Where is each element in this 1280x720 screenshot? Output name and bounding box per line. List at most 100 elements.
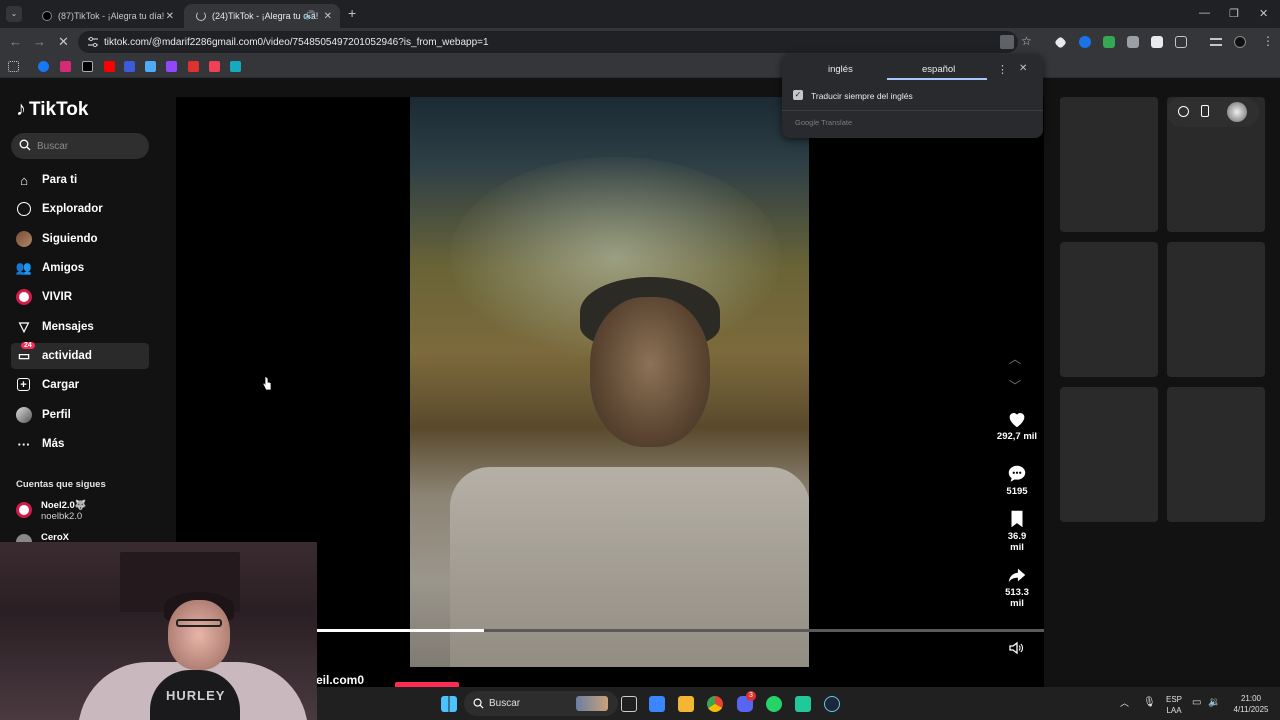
address-bar[interactable]: tiktok.com/@mdarif2286gmail.com0/video/7… — [78, 31, 1032, 53]
user-avatar[interactable] — [1227, 102, 1247, 122]
windows-start-icon[interactable] — [441, 696, 457, 712]
microsoft-store-icon[interactable] — [649, 696, 665, 712]
network-icon[interactable]: ▭ — [1192, 697, 1201, 708]
close-icon[interactable]: ✕ — [1019, 63, 1027, 74]
twitch-icon[interactable] — [166, 61, 177, 72]
nav-item-messages[interactable]: ▽ Mensajes — [11, 314, 149, 340]
clock[interactable]: 21:00 4/11/2025 — [1229, 693, 1273, 715]
chevron-up-icon[interactable]: ︿ — [1009, 350, 1021, 367]
close-window-icon[interactable]: ✕ — [1259, 7, 1268, 20]
messenger-icon[interactable] — [124, 61, 135, 72]
send-icon: ▽ — [19, 319, 29, 334]
suggested-thumbnail[interactable] — [1167, 387, 1265, 522]
apps-grid-icon[interactable] — [8, 61, 19, 72]
mobile-device-icon[interactable] — [1201, 105, 1209, 117]
chevron-up-icon[interactable]: ︿ — [1120, 698, 1129, 709]
nav-item-profile[interactable]: Perfil — [11, 402, 149, 428]
youtube-icon[interactable] — [104, 61, 115, 72]
search-input[interactable]: Buscar — [11, 133, 149, 159]
chevron-down-icon[interactable]: ﹀ — [1009, 377, 1021, 394]
volume-icon[interactable] — [1008, 640, 1024, 656]
microphone-icon[interactable]: 🎙 — [1143, 697, 1156, 708]
nav-label: Mensajes — [42, 321, 94, 333]
extension-blue-icon[interactable] — [1079, 36, 1091, 48]
webcam-overlay: HURLEY — [0, 542, 317, 720]
extension-square-icon[interactable] — [1151, 36, 1163, 48]
new-tab-button[interactable]: + — [348, 5, 356, 21]
followed-account[interactable]: Noel2.0🐺 noelbk2.0 — [16, 500, 146, 524]
chrome-icon[interactable] — [707, 696, 723, 712]
x-twitter-icon[interactable] — [82, 61, 93, 72]
suggested-thumbnail[interactable] — [1060, 242, 1158, 377]
stop-icon[interactable]: ✕ — [58, 34, 69, 50]
nav-item-more[interactable]: ··· Más — [11, 431, 149, 457]
steam-icon[interactable] — [824, 696, 840, 712]
like-button[interactable]: 292,7 mil — [991, 408, 1043, 442]
tiktok-note-icon: ♪ — [16, 98, 26, 120]
pocket-icon[interactable] — [209, 61, 220, 72]
minimize-icon[interactable]: — — [1199, 7, 1210, 19]
bookmark-star-icon[interactable]: ☆ — [1021, 34, 1032, 48]
nav-item-activity[interactable]: ▭ 24 actividad — [11, 342, 149, 369]
restore-icon[interactable]: ❐ — [1229, 7, 1239, 20]
search-highlight-icon — [576, 696, 608, 711]
close-tab-icon[interactable]: ✕ — [166, 11, 174, 22]
file-explorer-icon[interactable] — [678, 696, 694, 712]
share-button[interactable]: 513.3 mil — [991, 564, 1043, 609]
nav-item-following[interactable]: Siguiendo — [11, 226, 149, 252]
app-green-icon[interactable] — [795, 696, 811, 712]
tiktok-logo[interactable]: ♪ TikTok — [16, 98, 88, 121]
keyboard-language[interactable]: ESP LAA — [1164, 694, 1184, 716]
facebook-icon[interactable] — [38, 61, 49, 72]
nav-item-for-you[interactable]: ⌂ Para ti — [11, 167, 149, 193]
suggested-thumbnail[interactable] — [1060, 387, 1158, 522]
profile-avatar-icon[interactable] — [1234, 36, 1246, 48]
translate-icon[interactable] — [1000, 35, 1014, 49]
back-icon[interactable]: ← — [9, 34, 22, 49]
time: 21:00 — [1240, 694, 1262, 703]
always-translate-checkbox[interactable]: ✓ — [793, 90, 803, 100]
taskbar-search-input[interactable]: Buscar — [464, 691, 618, 716]
shirt-text: HURLEY — [166, 688, 226, 703]
browser-tab[interactable]: (87)TikTok - ¡Alegra tu día! ✕ — [30, 4, 182, 28]
forward-icon[interactable]: → — [33, 34, 46, 49]
suggested-thumbnail[interactable] — [1167, 242, 1265, 377]
tab-title: (24)TikTok - ¡Alegra tu día! — [212, 11, 319, 21]
whatsapp-icon[interactable] — [766, 696, 782, 712]
nav-item-upload[interactable]: + Cargar — [11, 372, 149, 398]
extensions-puzzle-icon[interactable] — [1175, 36, 1187, 48]
nav-label: Para ti — [42, 174, 78, 186]
profile-icon — [16, 407, 32, 423]
compass-tool-icon[interactable] — [1178, 106, 1189, 117]
speaker-icon[interactable]: 🔊 — [305, 10, 316, 21]
extension-diamond-icon[interactable] — [1054, 36, 1067, 49]
site-info-icon[interactable] — [87, 36, 99, 48]
tab-search-button[interactable]: ⌄ — [6, 6, 22, 22]
save-button[interactable]: 36.9 mil — [991, 508, 1043, 553]
comment-button[interactable]: 5195 — [991, 463, 1043, 497]
task-view-icon[interactable] — [621, 696, 637, 712]
nav-item-live[interactable]: VIVIR — [11, 284, 149, 310]
target-language-tab[interactable]: español — [922, 64, 955, 75]
video-author[interactable]: eil.com0 — [316, 673, 364, 687]
volume-icon[interactable]: 🔉 — [1208, 697, 1220, 708]
extension-shield-icon[interactable] — [1103, 36, 1115, 48]
suggested-thumbnail[interactable] — [1060, 97, 1158, 232]
chrome-menu-icon[interactable]: ⋮ — [1262, 34, 1274, 48]
media-control-icon[interactable] — [1210, 38, 1222, 46]
more-options-icon[interactable]: ⋮ — [997, 63, 1008, 76]
bookmark-app-icon[interactable] — [145, 61, 156, 72]
browser-tab-active[interactable]: (24)TikTok - ¡Alegra tu día! 🔊 ✕ — [184, 4, 340, 28]
instagram-icon[interactable] — [60, 61, 71, 72]
close-tab-icon[interactable]: ✕ — [324, 11, 332, 22]
tiktok-favicon-icon — [42, 11, 52, 21]
bookmark-red-icon[interactable] — [188, 61, 199, 72]
bookmark-teal-icon[interactable] — [230, 61, 241, 72]
video-player[interactable] — [410, 97, 809, 667]
extension-glasses-icon[interactable] — [1127, 36, 1139, 48]
source-language-tab[interactable]: inglés — [828, 64, 853, 75]
followed-account[interactable]: CeroX — [16, 532, 146, 550]
nav-item-friends[interactable]: 👥 Amigos — [11, 255, 149, 281]
video-progress-bar[interactable] — [317, 629, 1044, 632]
nav-item-explore[interactable]: Explorador — [11, 196, 149, 222]
